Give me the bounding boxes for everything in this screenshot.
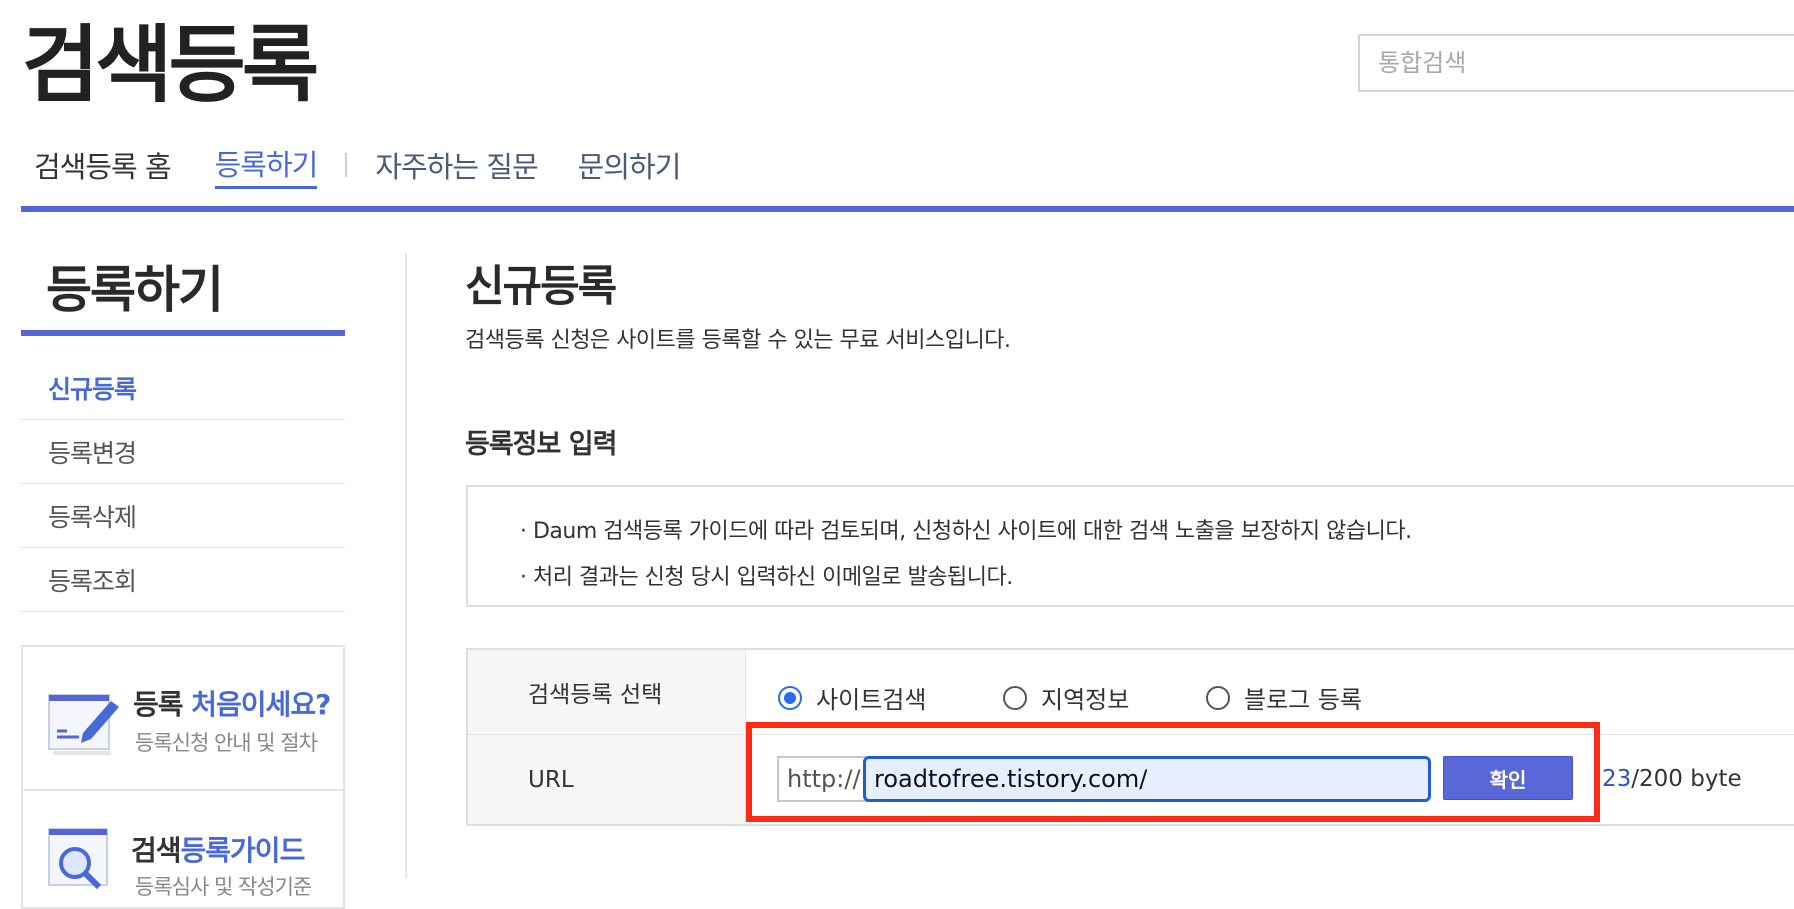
sidebar-item-change[interactable]: 등록변경 [21, 420, 345, 484]
site-title: 검색등록 [22, 16, 319, 114]
nav-home[interactable]: 검색등록 홈 [34, 144, 172, 186]
nav-underline [21, 206, 1794, 212]
sidebar-menu: 신규등록 등록변경 등록삭제 등록조회 [21, 356, 345, 612]
promo-guide-sub: 등록심사 및 작성기준 [135, 875, 312, 899]
sidebar-item-delete[interactable]: 등록삭제 [21, 484, 345, 548]
promo-first-time[interactable]: 등록 처음이세요? 등록신청 안내 및 절차 [21, 645, 345, 791]
radio-blog[interactable]: 블로그 등록 [1206, 680, 1362, 715]
column-divider [405, 253, 407, 878]
radio-site-search[interactable]: 사이트검색 [778, 680, 926, 715]
nav-inquiry[interactable]: 문의하기 [578, 144, 682, 186]
radio-label: 사이트검색 [816, 686, 927, 714]
nav-divider [345, 153, 348, 177]
page-description: 검색등록 신청은 사이트를 등록할 수 있는 무료 서비스입니다. [465, 328, 1011, 353]
radio-unchecked-icon [1003, 685, 1027, 710]
annotation-highlight-box [746, 722, 1600, 822]
radio-label: 지역정보 [1041, 686, 1130, 714]
pencil-doc-icon [48, 694, 119, 755]
type-label: 검색등록 선택 [468, 650, 746, 735]
notice-line: · Daum 검색등록 가이드에 따라 검토되며, 신청하신 사이트에 대한 검… [520, 519, 1412, 544]
sidebar-title: 등록하기 [46, 261, 224, 319]
radio-local-info[interactable]: 지역정보 [1003, 680, 1129, 715]
top-nav: 검색등록 홈 등록하기 자주하는 질문 문의하기 [34, 140, 682, 190]
nav-faq[interactable]: 자주하는 질문 [375, 144, 538, 186]
radio-label: 블로그 등록 [1244, 686, 1363, 714]
promo-first-sub: 등록신청 안내 및 절차 [135, 731, 318, 755]
promo-first-title: 등록 처음이세요? [133, 688, 331, 721]
search-input[interactable] [1360, 36, 1794, 90]
notice-box: · Daum 검색등록 가이드에 따라 검토되며, 신청하신 사이트에 대한 검… [466, 485, 1794, 607]
promo-guide-title: 검색등록가이드 [131, 834, 305, 867]
url-label: URL [468, 735, 746, 824]
byte-counter: 23/200 byte [1602, 766, 1742, 792]
radio-unchecked-icon [1206, 685, 1230, 710]
sidebar-item-new[interactable]: 신규등록 [21, 356, 345, 420]
notice-line: · 처리 결과는 신청 당시 입력하신 이메일로 발송됩니다. [520, 565, 1013, 590]
search-box[interactable] [1358, 34, 1794, 92]
sidebar-item-lookup[interactable]: 등록조회 [21, 548, 345, 612]
radio-checked-icon [778, 685, 802, 710]
page-title: 신규등록 [465, 262, 617, 312]
sidebar-title-bar [21, 330, 345, 336]
promo-guide[interactable]: 검색등록가이드 등록심사 및 작성기준 [21, 789, 345, 909]
section-title: 등록정보 입력 [465, 429, 617, 460]
nav-register[interactable]: 등록하기 [214, 142, 318, 189]
magnifier-doc-icon [48, 828, 108, 890]
